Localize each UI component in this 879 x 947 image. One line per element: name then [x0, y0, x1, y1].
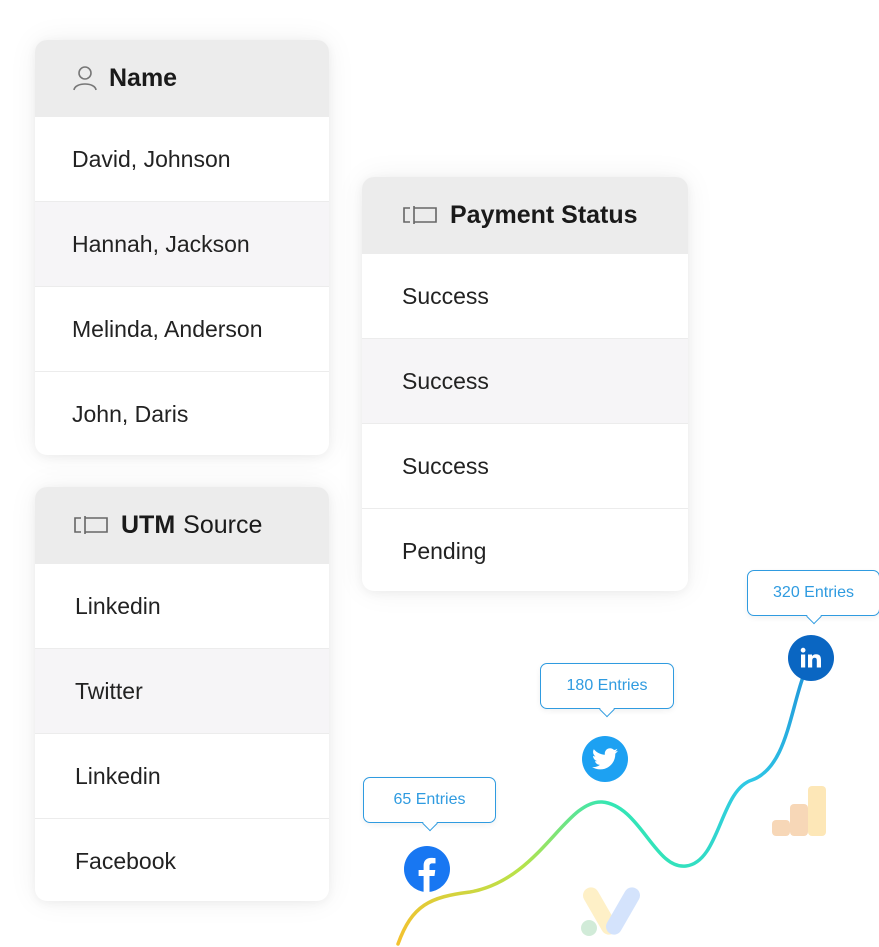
- linkedin-icon: [788, 635, 834, 681]
- cell-text: Facebook: [75, 847, 177, 874]
- utm-table-header: UTM Source: [35, 487, 329, 563]
- table-row: Linkedin: [35, 733, 329, 818]
- badge-text: 180 Entries: [566, 677, 648, 694]
- cell-text: Linkedin: [75, 762, 161, 789]
- table-row: David, Johnson: [35, 116, 329, 201]
- cell-text: Twitter: [75, 677, 143, 704]
- facebook-icon: [404, 846, 450, 892]
- cell-text: Success: [402, 367, 489, 394]
- twitter-entries-badge: 180 Entries: [540, 663, 674, 709]
- table-row: Success: [362, 338, 688, 423]
- payment-status-table: Payment Status Success Success Success P…: [362, 177, 688, 591]
- table-row: Twitter: [35, 648, 329, 733]
- cell-text: John, Daris: [72, 400, 189, 427]
- linkedin-entries-badge: 320 Entries: [747, 570, 879, 616]
- facebook-entries-badge: 65 Entries: [363, 777, 496, 823]
- cell-text: Success: [402, 452, 489, 479]
- utm-table-title-rest: Source: [183, 510, 263, 539]
- name-table-header: Name: [35, 40, 329, 116]
- cell-text: Pending: [402, 537, 487, 564]
- table-row: Melinda, Anderson: [35, 286, 329, 371]
- cell-text: Melinda, Anderson: [72, 315, 263, 342]
- cell-text: Linkedin: [75, 592, 161, 619]
- table-row: Facebook: [35, 818, 329, 901]
- name-table: Name David, Johnson Hannah, Jackson Meli…: [35, 40, 329, 455]
- tag-icon: [402, 206, 438, 224]
- name-table-title: Name: [109, 63, 178, 92]
- utm-table-title-bold: UTM: [121, 510, 176, 539]
- table-row: Hannah, Jackson: [35, 201, 329, 286]
- table-row: John, Daris: [35, 371, 329, 455]
- google-analytics-icon: [772, 786, 826, 836]
- table-row: Linkedin: [35, 563, 329, 648]
- user-icon: [73, 65, 97, 91]
- utm-source-table: UTM Source Linkedin Twitter Linkedin Face…: [35, 487, 329, 901]
- cell-text: Success: [402, 282, 489, 309]
- cell-text: Hannah, Jackson: [72, 230, 250, 257]
- badge-text: 65 Entries: [393, 791, 466, 808]
- payment-table-title: Payment Status: [450, 200, 638, 229]
- table-row: Success: [362, 423, 688, 508]
- table-row: Pending: [362, 508, 688, 591]
- badge-text: 320 Entries: [773, 584, 854, 601]
- google-ads-icon: [581, 887, 640, 936]
- twitter-icon: [582, 736, 628, 782]
- cell-text: David, Johnson: [72, 145, 231, 172]
- payment-table-header: Payment Status: [362, 177, 688, 253]
- tag-icon: [73, 516, 109, 534]
- table-row: Success: [362, 253, 688, 338]
